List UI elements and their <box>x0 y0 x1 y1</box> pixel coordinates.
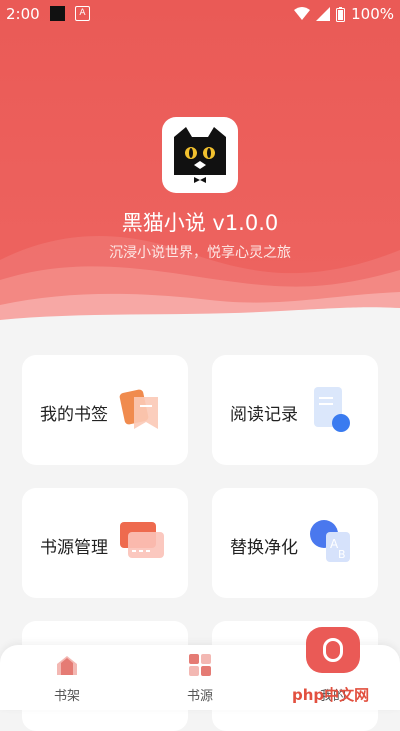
app-subtitle: 沉浸小说世界，悦享心灵之旅 <box>109 245 291 261</box>
profile-icon <box>323 638 343 662</box>
source-manage-icon <box>120 522 164 558</box>
watermark: php中文网 <box>292 686 370 704</box>
replace-purify-label: 替换净化 <box>230 538 298 558</box>
tab-bookshelf[interactable]: 书架 <box>27 645 107 710</box>
bookmark-icon <box>119 389 158 429</box>
black-cat-logo-icon <box>174 127 226 183</box>
reading-history-label: 阅读记录 <box>230 405 298 425</box>
app-notification-icon: A <box>75 6 90 21</box>
notification-icon <box>50 6 65 21</box>
reading-history-card[interactable]: 阅读记录 <box>212 355 378 465</box>
wifi-icon <box>294 7 311 20</box>
replace-purify-icon: A B <box>310 520 350 562</box>
app-logo <box>162 117 238 193</box>
tab-source[interactable]: 书源 <box>160 645 240 710</box>
profile-tab-active-button[interactable] <box>306 627 360 673</box>
bookmark-card[interactable]: 我的书签 <box>22 355 188 465</box>
tab-bookshelf-label: 书架 <box>53 689 80 704</box>
tab-source-label: 书源 <box>186 689 213 704</box>
signal-icon <box>316 7 331 21</box>
svg-text:B: B <box>338 548 346 561</box>
status-bar: 2:00 A 100% <box>0 0 400 28</box>
battery-icon <box>336 6 346 22</box>
reading-history-icon <box>314 387 350 432</box>
status-time: 2:00 <box>6 5 40 23</box>
source-manage-label: 书源管理 <box>40 538 108 558</box>
source-icon <box>189 654 211 676</box>
source-manage-card[interactable]: 书源管理 <box>22 488 188 598</box>
replace-purify-card[interactable]: 替换净化 A B <box>212 488 378 598</box>
app-title: 黑猫小说 v1.0.0 <box>121 211 279 235</box>
bookshelf-icon <box>57 656 77 675</box>
bookmark-label: 我的书签 <box>40 405 108 425</box>
battery-percent: 100% <box>351 5 394 23</box>
